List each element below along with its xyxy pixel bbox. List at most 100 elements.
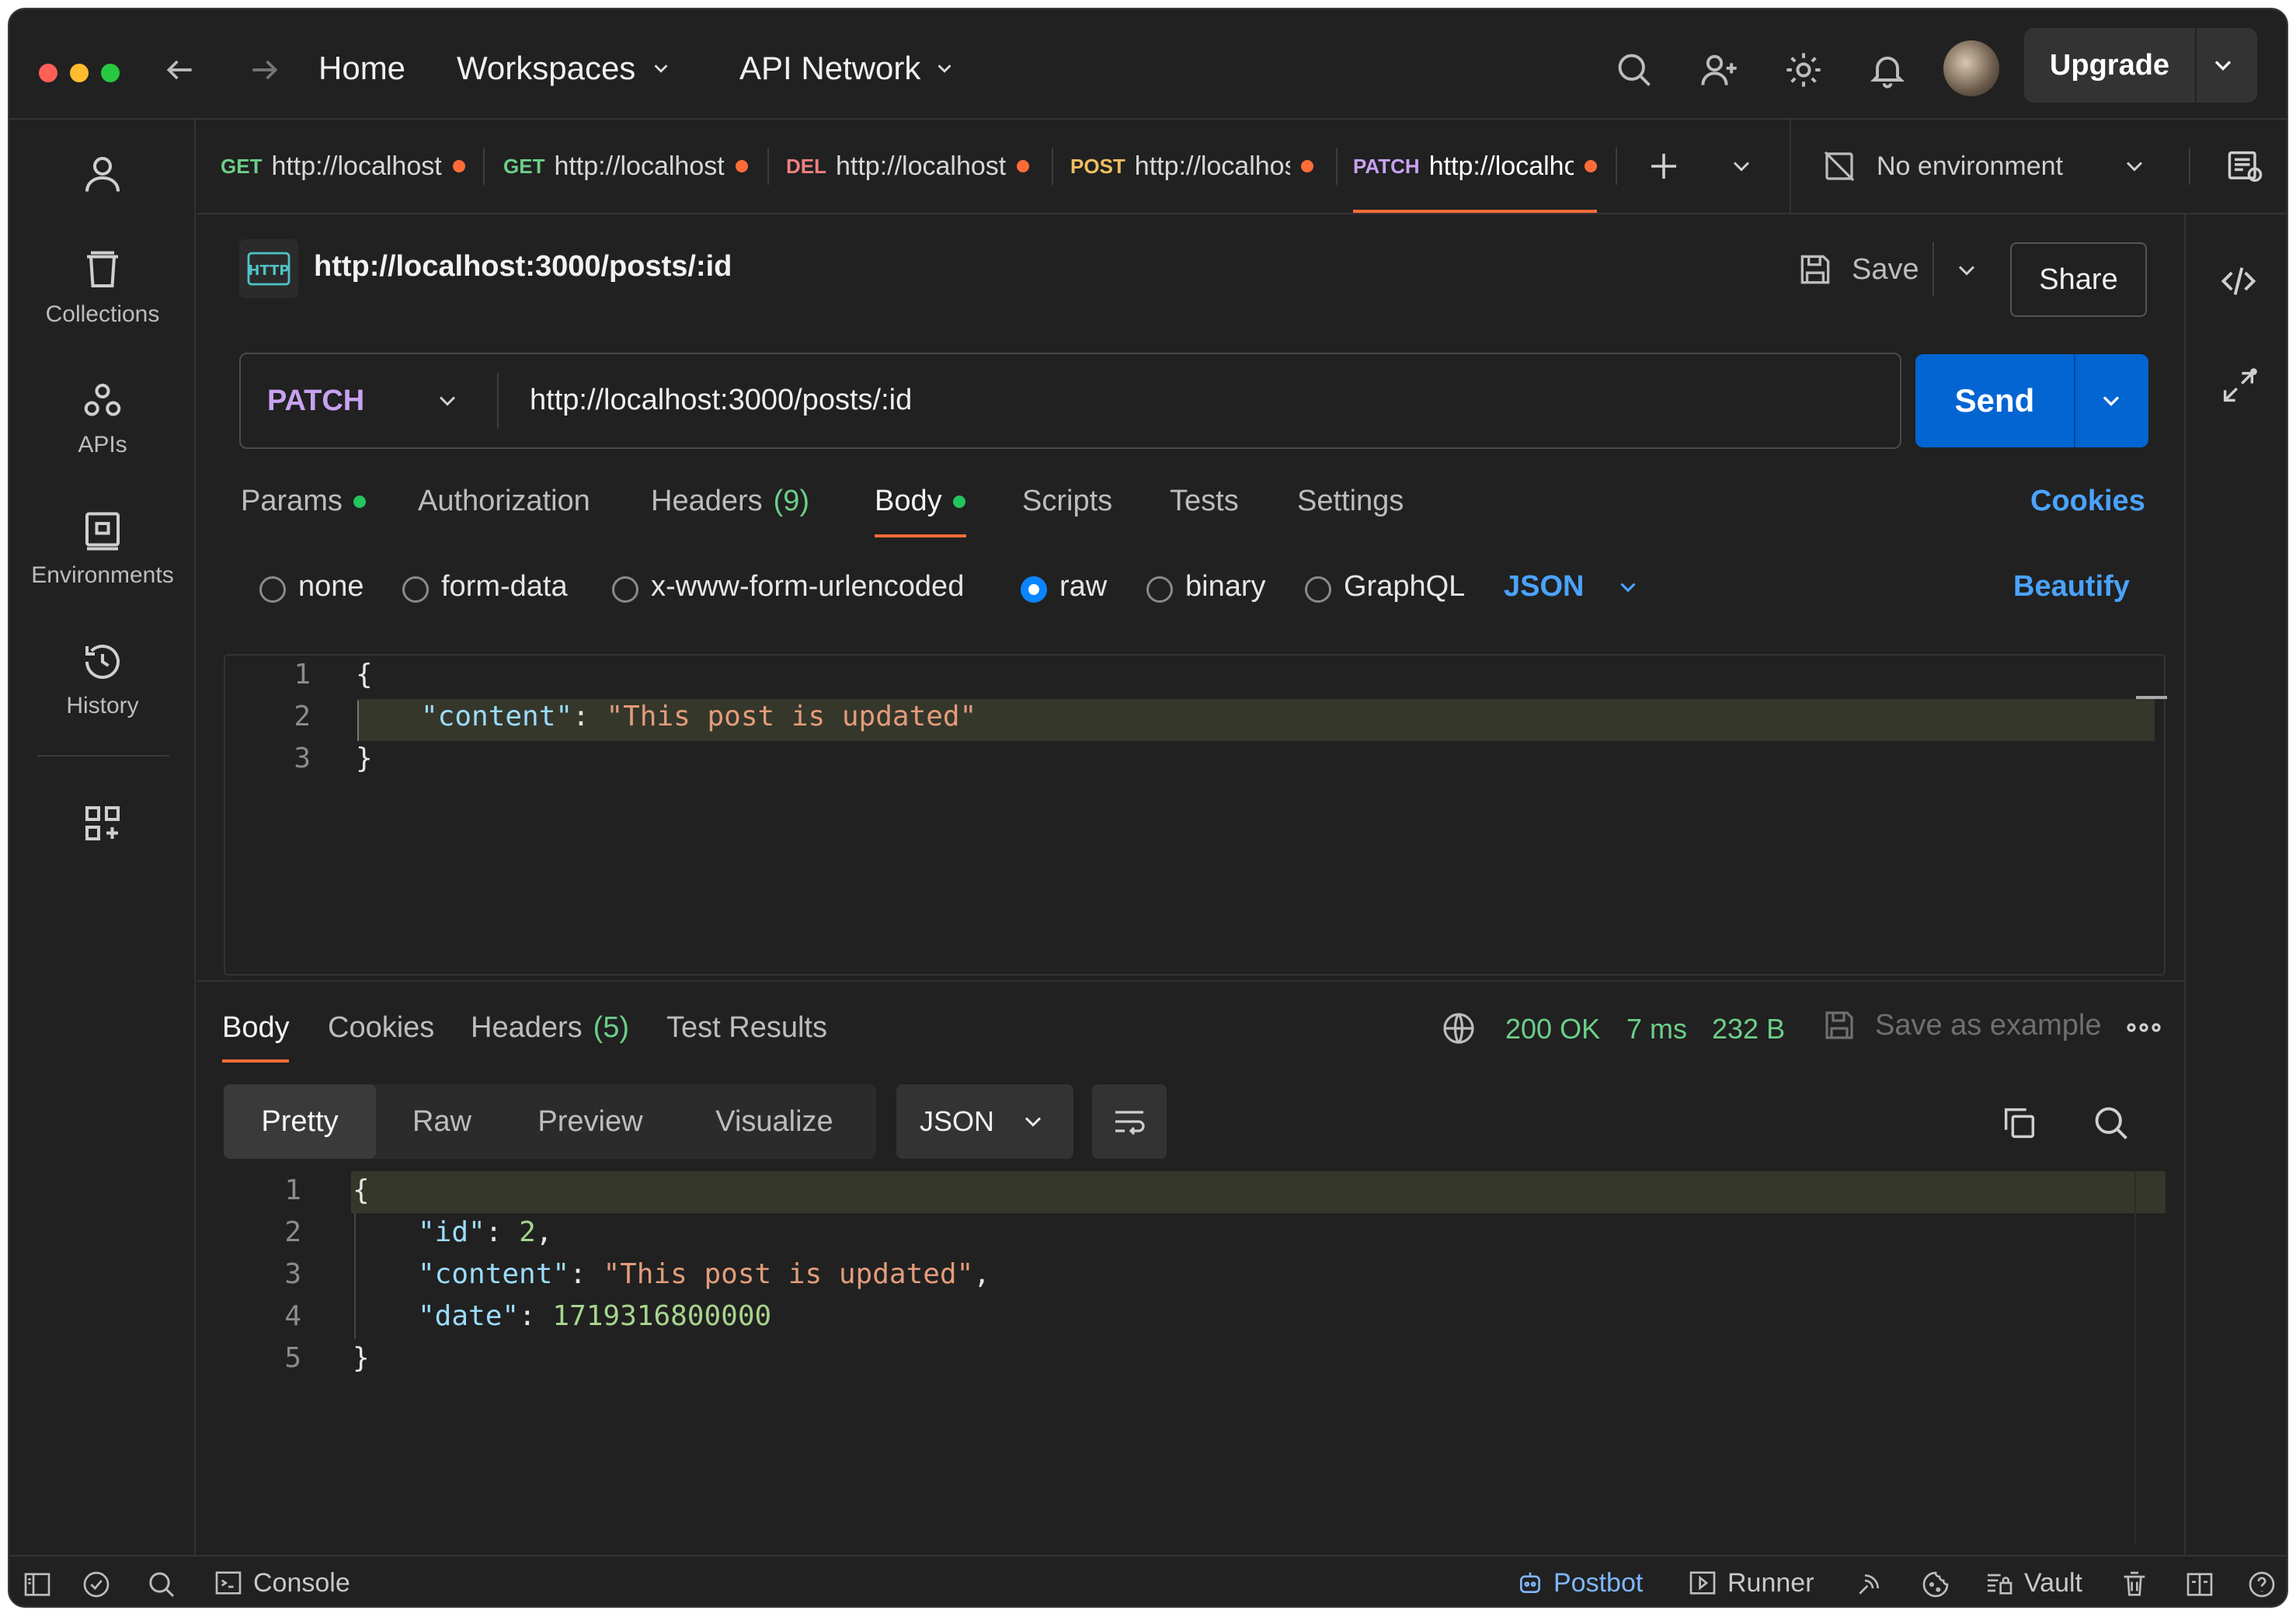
radio-binary[interactable] (1146, 576, 1173, 603)
upgrade-button[interactable]: Upgrade (2024, 28, 2257, 103)
save-button[interactable]: Save (1796, 242, 1919, 297)
back-arrow-icon[interactable] (163, 53, 197, 87)
forward-arrow-icon[interactable] (247, 53, 281, 87)
postbot-button[interactable]: Postbot (1515, 1567, 1643, 1598)
tab-settings[interactable]: Settings (1297, 485, 1404, 518)
method-select[interactable]: PATCH (241, 354, 497, 447)
response-size[interactable]: 232 B (1712, 1013, 1785, 1045)
line-number: 1 (294, 659, 311, 690)
sidebar-item-history[interactable]: History (9, 638, 196, 719)
chevron-down-icon[interactable] (1953, 256, 1981, 284)
two-pane-icon[interactable] (2184, 1569, 2215, 1600)
console-button[interactable]: Console (213, 1567, 350, 1598)
nav-home[interactable]: Home (318, 50, 405, 87)
environment-selector[interactable]: No environment (1821, 120, 2147, 213)
response-tab-test-results[interactable]: Test Results (666, 1011, 827, 1045)
vault-button[interactable]: Vault (1984, 1567, 2082, 1598)
sidebar-item-environments[interactable]: Environments (9, 508, 196, 589)
bell-icon[interactable] (1867, 50, 1908, 90)
view-pretty[interactable]: Pretty (224, 1084, 376, 1159)
minimize-window-button[interactable] (70, 64, 89, 82)
code-line: } (353, 1342, 370, 1374)
response-tab-body[interactable]: Body (222, 1011, 290, 1045)
scrollbar-thumb[interactable] (2136, 696, 2167, 699)
radio-graphql[interactable] (1305, 576, 1331, 603)
url-input[interactable]: http://localhost:3000/posts/:id (530, 384, 912, 417)
tab-headers[interactable]: Headers (9) (651, 485, 809, 518)
tab-tests[interactable]: Tests (1170, 485, 1239, 518)
search-icon[interactable] (1614, 50, 1654, 90)
sidebar-item-label: Environments (31, 562, 174, 588)
save-as-example-button[interactable]: Save as example (1821, 1007, 2102, 1044)
nav-workspaces[interactable]: Workspaces (457, 50, 673, 87)
search-icon[interactable] (2091, 1103, 2131, 1143)
tab-method: POST (1070, 154, 1125, 178)
response-format-select[interactable]: JSON (896, 1084, 1073, 1159)
scrollbar-track[interactable] (2134, 1171, 2136, 1544)
beautify-button[interactable]: Beautify (2013, 570, 2130, 604)
related-collections-icon[interactable] (2218, 367, 2259, 407)
environment-quicklook-icon[interactable] (2225, 146, 2265, 186)
add-workbench-icon[interactable] (79, 800, 126, 847)
radio-x-www-form-urlencoded[interactable] (612, 576, 638, 603)
tab-request-2[interactable]: GET http://localhost (503, 120, 753, 213)
toggle-sidebar-icon[interactable] (22, 1569, 53, 1600)
tab-request-4[interactable]: POST http://localhost (1070, 120, 1331, 213)
runner-button[interactable]: Runner (1687, 1567, 1814, 1598)
response-tab-cookies[interactable]: Cookies (328, 1011, 434, 1045)
sidebar-item-collections[interactable]: Collections (9, 247, 196, 328)
url-bar: PATCH http://localhost:3000/posts/:id (239, 353, 1901, 449)
view-raw[interactable]: Raw (376, 1084, 508, 1159)
help-icon[interactable] (2246, 1569, 2277, 1600)
apis-icon (79, 377, 126, 424)
request-title[interactable]: http://localhost:3000/posts/:id (314, 250, 732, 283)
share-button[interactable]: Share (2010, 242, 2147, 317)
sidebar-item-apis[interactable]: APIs (9, 377, 196, 458)
body-format-select[interactable]: JSON (1504, 570, 1641, 604)
wrap-lines-button[interactable] (1092, 1084, 1167, 1159)
tab-method: GET (221, 154, 263, 178)
view-preview[interactable]: Preview (508, 1084, 673, 1159)
cookies-link[interactable]: Cookies (2030, 485, 2145, 518)
postbot-label: Postbot (1553, 1567, 1644, 1598)
cookie-icon[interactable] (1920, 1569, 1951, 1600)
close-window-button[interactable] (39, 64, 57, 82)
request-body-editor[interactable]: 1 2 3 { "content": "This post is updated… (224, 654, 2167, 976)
globe-icon[interactable] (1440, 1010, 1477, 1047)
response-time[interactable]: 7 ms (1626, 1013, 1687, 1045)
tab-request-5-active[interactable]: PATCH http://localhost (1353, 120, 1617, 213)
tab-body[interactable]: Body (875, 485, 965, 518)
radio-form-data[interactable] (402, 576, 429, 603)
plus-icon[interactable] (1645, 148, 1682, 185)
chevron-down-icon[interactable] (2209, 51, 2237, 79)
check-circle-icon[interactable] (81, 1569, 112, 1600)
radio-none[interactable] (259, 576, 286, 603)
more-options-icon[interactable] (2125, 1016, 2162, 1039)
response-view-segmented: Pretty Raw Preview Visualize (224, 1084, 876, 1159)
capture-requests-icon[interactable] (1853, 1569, 1884, 1600)
trash-icon[interactable] (2119, 1569, 2150, 1600)
copy-icon[interactable] (1999, 1103, 2040, 1143)
sidebar-item-profile[interactable] (9, 151, 196, 205)
chevron-down-icon[interactable] (1727, 152, 1755, 180)
response-body-viewer[interactable]: 1 2 3 4 5 { "id": 2, "content": "This po… (224, 1171, 2166, 1552)
search-icon[interactable] (146, 1569, 177, 1600)
tab-authorization[interactable]: Authorization (418, 485, 590, 518)
tab-request-1[interactable]: GET http://localhost (221, 120, 471, 213)
chevron-down-icon[interactable] (2097, 387, 2125, 415)
chevron-down-icon[interactable] (2120, 152, 2148, 180)
invite-user-icon[interactable] (1699, 50, 1740, 90)
tab-request-3[interactable]: DEL http://localhost (786, 120, 1042, 213)
send-button[interactable]: Send (1915, 354, 2148, 447)
code-icon[interactable] (2218, 261, 2259, 301)
radio-raw-selected[interactable] (1021, 576, 1047, 603)
view-visualize[interactable]: Visualize (673, 1084, 876, 1159)
response-tab-headers[interactable]: Headers (5) (471, 1011, 629, 1045)
nav-api-network[interactable]: API Network (739, 50, 956, 87)
avatar[interactable] (1943, 40, 1999, 96)
zoom-window-button[interactable] (101, 64, 120, 82)
tab-scripts[interactable]: Scripts (1022, 485, 1112, 518)
status-code[interactable]: 200 OK (1505, 1013, 1600, 1045)
tab-params[interactable]: Params (241, 485, 366, 518)
gear-icon[interactable] (1783, 50, 1824, 90)
